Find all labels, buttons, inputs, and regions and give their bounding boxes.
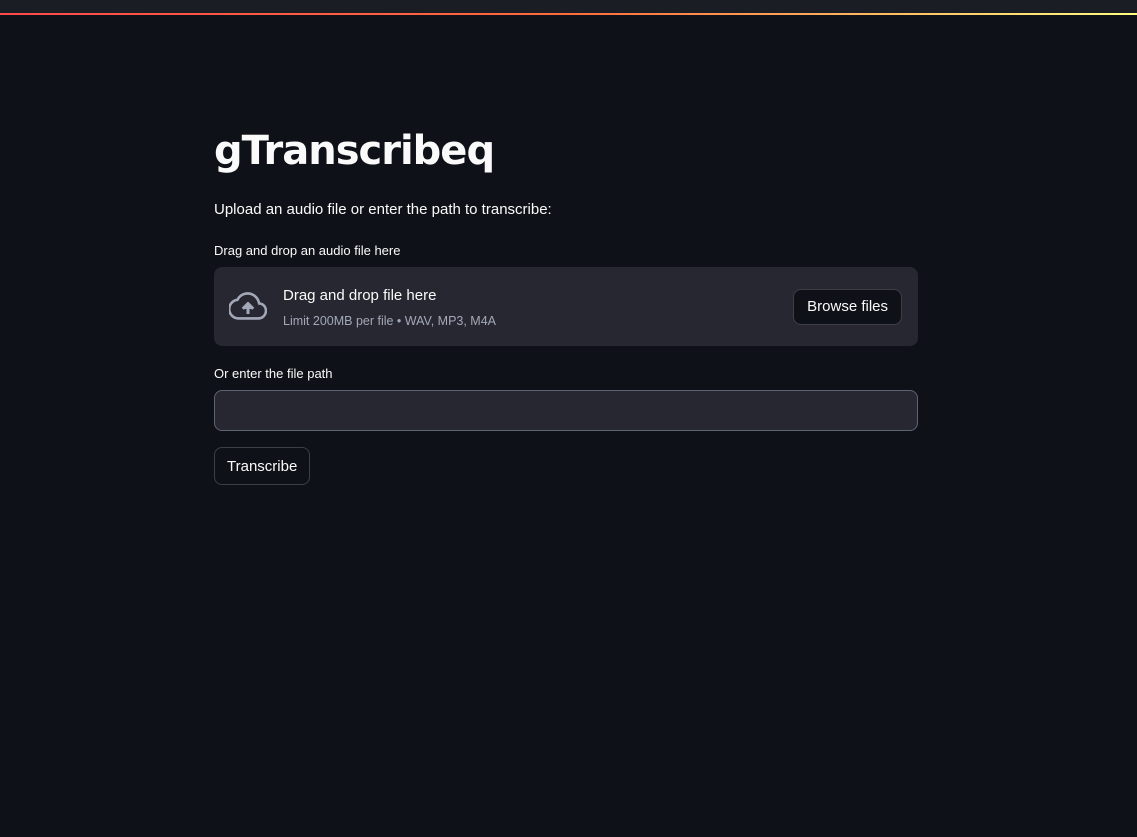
dropzone-title: Drag and drop file here [283,287,437,304]
page-title: gTranscribeq [214,128,495,174]
intro-text: Upload an audio file or enter the path t… [214,201,552,218]
file-dropzone[interactable]: Drag and drop file here Limit 200MB per … [214,267,918,346]
file-path-input[interactable] [214,390,918,431]
dropzone-hint: Limit 200MB per file • WAV, MP3, M4A [283,314,497,328]
decoration-bar [0,13,1137,15]
uploader-label: Drag and drop an audio file here [214,243,401,258]
browser-top-strip [0,0,1137,13]
cloud-upload-icon [229,292,267,320]
transcribe-button[interactable]: Transcribe [214,447,311,485]
browse-files-button[interactable]: Browse files [793,289,902,325]
path-input-label: Or enter the file path [214,366,333,381]
